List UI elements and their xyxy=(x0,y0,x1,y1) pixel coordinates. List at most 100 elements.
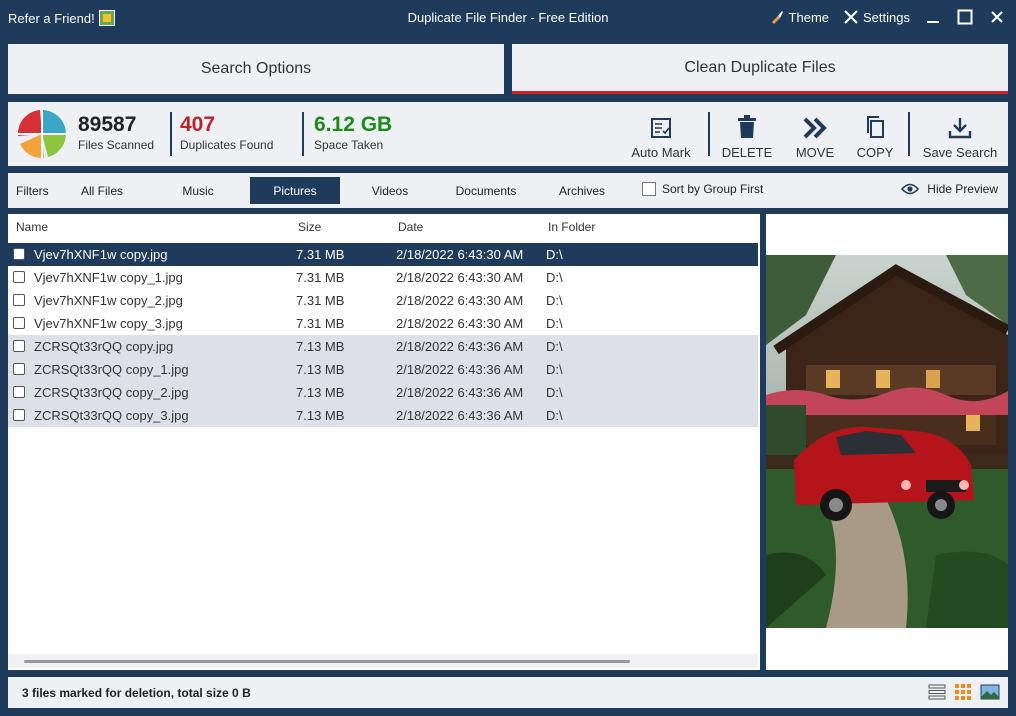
filter-tab-pictures[interactable]: Pictures xyxy=(250,177,340,204)
row-checkbox[interactable] xyxy=(13,340,25,352)
status-text: 3 files marked for deletion, total size … xyxy=(22,686,251,700)
copy-label: COPY xyxy=(856,145,894,160)
divider xyxy=(908,112,910,156)
row-checkbox[interactable] xyxy=(13,248,25,260)
delete-button[interactable]: DELETE xyxy=(720,108,774,160)
paintbrush-icon xyxy=(771,11,783,24)
column-header-size[interactable]: Size xyxy=(298,220,321,234)
theme-label: Theme xyxy=(788,9,830,25)
theme-button[interactable]: Theme xyxy=(769,9,829,25)
hide-preview-label: Hide Preview xyxy=(927,182,998,196)
filter-tab-all-files[interactable]: All Files xyxy=(64,177,140,204)
save-search-button[interactable]: Save Search xyxy=(920,108,1000,160)
list-view-icon xyxy=(928,684,946,700)
filter-tab-videos[interactable]: Videos xyxy=(352,177,428,204)
duplicates-value: 407 xyxy=(180,113,216,136)
hide-preview-button[interactable]: Hide Preview xyxy=(901,182,998,196)
divider xyxy=(170,112,172,156)
image-preview xyxy=(766,255,1008,628)
title-bar: Refer a Friend! Duplicate File Finder - … xyxy=(0,0,1016,36)
maximize-button[interactable] xyxy=(956,8,974,26)
refer-gift-icon xyxy=(98,10,115,26)
grid-view-button[interactable] xyxy=(954,683,972,701)
files-scanned-value: 89587 xyxy=(78,113,137,136)
row-checkbox[interactable] xyxy=(13,409,25,421)
refer-friend-label: Refer a Friend! xyxy=(8,10,95,26)
space-stat: 6.12 GB Space Taken xyxy=(314,112,392,152)
table-row[interactable]: ZCRSQt33rQQ copy_1.jpg 7.13 MB 2/18/2022… xyxy=(8,358,758,381)
file-folder: D:\ xyxy=(546,385,563,400)
filters-label: Filters xyxy=(16,184,49,198)
sort-by-group-checkbox[interactable] xyxy=(642,182,656,196)
minimize-icon xyxy=(927,21,939,23)
picture-view-button[interactable] xyxy=(980,683,1000,701)
table-row[interactable]: Vjev7hXNF1w copy.jpg 7.31 MB 2/18/2022 6… xyxy=(8,243,758,266)
row-checkbox[interactable] xyxy=(13,363,25,375)
files-scanned-label: Files Scanned xyxy=(78,138,155,152)
double-chevron-right-icon xyxy=(803,117,827,139)
file-name: ZCRSQt33rQQ copy_1.jpg xyxy=(34,362,189,377)
sort-by-group-toggle[interactable]: Sort by Group First xyxy=(642,182,763,196)
save-search-label: Save Search xyxy=(922,145,998,160)
move-button[interactable]: MOVE xyxy=(788,108,842,160)
file-date: 2/18/2022 6:43:30 AM xyxy=(396,270,524,285)
grid-view-icon xyxy=(955,684,971,700)
file-date: 2/18/2022 6:43:30 AM xyxy=(396,247,524,262)
column-header-folder[interactable]: In Folder xyxy=(548,220,595,234)
row-checkbox[interactable] xyxy=(13,271,25,283)
file-date: 2/18/2022 6:43:36 AM xyxy=(396,339,524,354)
table-row[interactable]: Vjev7hXNF1w copy_3.jpg 7.31 MB 2/18/2022… xyxy=(8,312,758,335)
close-button[interactable] xyxy=(988,8,1006,26)
preview-pane xyxy=(766,214,1008,670)
settings-label: Settings xyxy=(863,9,910,25)
file-size: 7.13 MB xyxy=(296,385,345,400)
filter-tab-music[interactable]: Music xyxy=(160,177,236,204)
divider xyxy=(708,112,710,156)
column-header-name[interactable]: Name xyxy=(16,220,48,234)
file-size: 7.13 MB xyxy=(296,362,345,377)
settings-button[interactable]: Settings xyxy=(843,9,910,25)
table-row[interactable]: ZCRSQt33rQQ copy_2.jpg 7.13 MB 2/18/2022… xyxy=(8,381,758,404)
row-checkbox[interactable] xyxy=(13,317,25,329)
refer-friend-button[interactable]: Refer a Friend! xyxy=(8,10,115,26)
file-folder: D:\ xyxy=(546,362,563,377)
table-row[interactable]: ZCRSQt33rQQ copy_3.jpg 7.13 MB 2/18/2022… xyxy=(8,404,758,427)
file-date: 2/18/2022 6:43:30 AM xyxy=(396,316,524,331)
file-name: Vjev7hXNF1w copy_1.jpg xyxy=(34,270,183,285)
list-view-button[interactable] xyxy=(928,683,946,701)
copy-button[interactable]: COPY xyxy=(850,108,900,160)
photo-car-house-image xyxy=(766,255,1008,628)
filter-tab-documents[interactable]: Documents xyxy=(446,177,526,204)
table-row[interactable]: ZCRSQt33rQQ copy.jpg 7.13 MB 2/18/2022 6… xyxy=(8,335,758,358)
table-row[interactable]: Vjev7hXNF1w copy_1.jpg 7.31 MB 2/18/2022… xyxy=(8,266,758,289)
tab-clean-duplicates[interactable]: Clean Duplicate Files xyxy=(512,44,1008,94)
maximize-icon xyxy=(957,9,973,25)
row-checkbox[interactable] xyxy=(13,294,25,306)
filters-bar: Filters All Files Music Pictures Videos … xyxy=(8,173,1008,208)
duplicates-stat: 407 Duplicates Found xyxy=(180,112,273,152)
file-name: ZCRSQt33rQQ copy_2.jpg xyxy=(34,385,189,400)
filter-tab-archives[interactable]: Archives xyxy=(544,177,620,204)
scrollbar-thumb[interactable] xyxy=(24,660,630,663)
file-date: 2/18/2022 6:43:36 AM xyxy=(396,362,524,377)
file-list-header: Name Size Date In Folder xyxy=(8,214,760,240)
file-date: 2/18/2022 6:43:36 AM xyxy=(396,408,524,423)
tools-icon xyxy=(844,10,858,24)
file-size: 7.31 MB xyxy=(296,247,345,262)
divider xyxy=(302,112,304,156)
minimize-button[interactable] xyxy=(924,8,942,26)
close-icon xyxy=(991,11,1003,23)
space-label: Space Taken xyxy=(314,138,384,152)
file-date: 2/18/2022 6:43:30 AM xyxy=(396,293,524,308)
status-bar: 3 files marked for deletion, total size … xyxy=(8,677,1008,708)
row-checkbox[interactable] xyxy=(13,386,25,398)
file-folder: D:\ xyxy=(546,339,563,354)
auto-mark-button[interactable]: Auto Mark xyxy=(624,108,698,160)
download-icon xyxy=(948,118,972,139)
column-header-date[interactable]: Date xyxy=(398,220,423,234)
tab-search-options[interactable]: Search Options xyxy=(8,44,504,94)
checklist-icon xyxy=(651,118,671,138)
auto-mark-label: Auto Mark xyxy=(631,145,691,160)
table-row[interactable]: Vjev7hXNF1w copy_2.jpg 7.31 MB 2/18/2022… xyxy=(8,289,758,312)
trash-icon xyxy=(738,115,756,138)
